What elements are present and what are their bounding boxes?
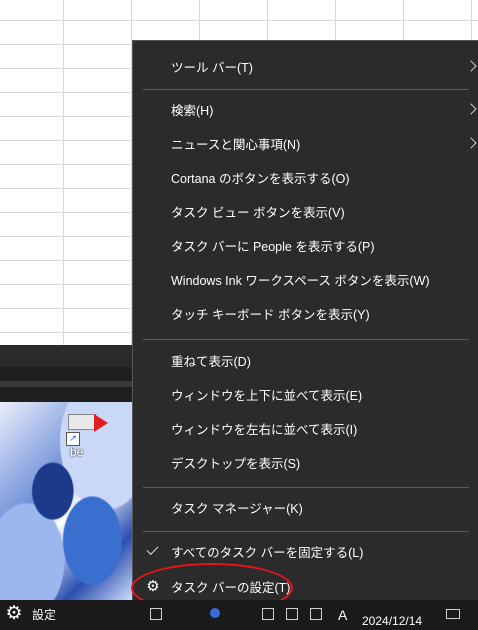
- menu-item-label: ツール バー(T): [171, 61, 253, 75]
- tray-dropbox-icon[interactable]: [310, 608, 322, 620]
- shortcut-arrow-icon: ↗: [66, 432, 80, 446]
- tray-chevron-icon[interactable]: [150, 608, 162, 620]
- menu-divider: [143, 531, 469, 532]
- desktop-shortcut-label: be: [70, 445, 84, 459]
- checkmark-icon: [146, 542, 159, 556]
- settings-gear-icon[interactable]: ⚙: [4, 604, 24, 624]
- notification-icon[interactable]: [446, 609, 460, 619]
- menu-item-label: 重ねて表示(D): [171, 355, 251, 369]
- chevron-right-icon: [465, 60, 477, 72]
- menu-item-label: タスク バーに People を表示する(P): [171, 240, 375, 254]
- menu-divider: [143, 339, 469, 340]
- menu-item-label: タッチ キーボード ボタンを表示(Y): [171, 308, 370, 322]
- tray-network-icon[interactable]: [262, 608, 274, 620]
- menu-item-label: タスク ビュー ボタンを表示(V): [171, 206, 345, 220]
- menu-item-label: 検索(H): [171, 104, 214, 118]
- taskbar-date[interactable]: 2024/12/14: [362, 614, 422, 628]
- taskbar: ⚙ 設定 A 2024/12/14: [0, 600, 478, 630]
- tray-volume-icon[interactable]: [286, 608, 298, 620]
- menu-item-show-people[interactable]: タスク バーに People を表示する(P): [133, 230, 478, 264]
- menu-item-show-windows-ink[interactable]: Windows Ink ワークスペース ボタンを表示(W): [133, 264, 478, 298]
- menu-item-show-task-view[interactable]: タスク ビュー ボタンを表示(V): [133, 196, 478, 230]
- taskbar-settings-label[interactable]: 設定: [32, 600, 56, 630]
- menu-item-show-desktop[interactable]: デスクトップを表示(S): [133, 447, 478, 481]
- chevron-right-icon: [465, 137, 477, 149]
- menu-divider: [143, 89, 469, 90]
- menu-item-news-interests[interactable]: ニュースと関心事項(N): [133, 128, 478, 162]
- desktop-shortcut-icon[interactable]: ↗: [64, 410, 108, 450]
- menu-item-label: ウィンドウを上下に並べて表示(E): [171, 389, 363, 403]
- menu-item-label: タスク マネージャー(K): [171, 502, 303, 516]
- taskbar-context-menu: ツール バー(T) 検索(H) ニュースと関心事項(N) Cortana のボタ…: [132, 40, 478, 600]
- menu-item-label: デスクトップを表示(S): [171, 457, 301, 471]
- menu-item-label: ウィンドウを左右に並べて表示(I): [171, 423, 358, 437]
- menu-item-show-cortana[interactable]: Cortana のボタンを表示する(O): [133, 162, 478, 196]
- menu-item-cascade[interactable]: 重ねて表示(D): [133, 345, 478, 379]
- menu-item-side-by-side[interactable]: ウィンドウを左右に並べて表示(I): [133, 413, 478, 447]
- menu-item-search[interactable]: 検索(H): [133, 94, 478, 128]
- menu-item-toolbar[interactable]: ツール バー(T): [133, 51, 478, 85]
- menu-item-stack-windows[interactable]: ウィンドウを上下に並べて表示(E): [133, 379, 478, 413]
- menu-item-task-manager[interactable]: タスク マネージャー(K): [133, 492, 478, 526]
- tray-app-icon[interactable]: [210, 608, 220, 618]
- menu-divider: [143, 487, 469, 488]
- menu-item-label: Cortana のボタンを表示する(O): [171, 172, 350, 186]
- menu-item-label: ニュースと関心事項(N): [171, 138, 301, 152]
- menu-item-show-touch-keyboard[interactable]: タッチ キーボード ボタンを表示(Y): [133, 298, 478, 332]
- chevron-right-icon: [465, 103, 477, 115]
- menu-item-label: Windows Ink ワークスペース ボタンを表示(W): [171, 274, 430, 288]
- ime-mode-indicator[interactable]: A: [338, 600, 347, 630]
